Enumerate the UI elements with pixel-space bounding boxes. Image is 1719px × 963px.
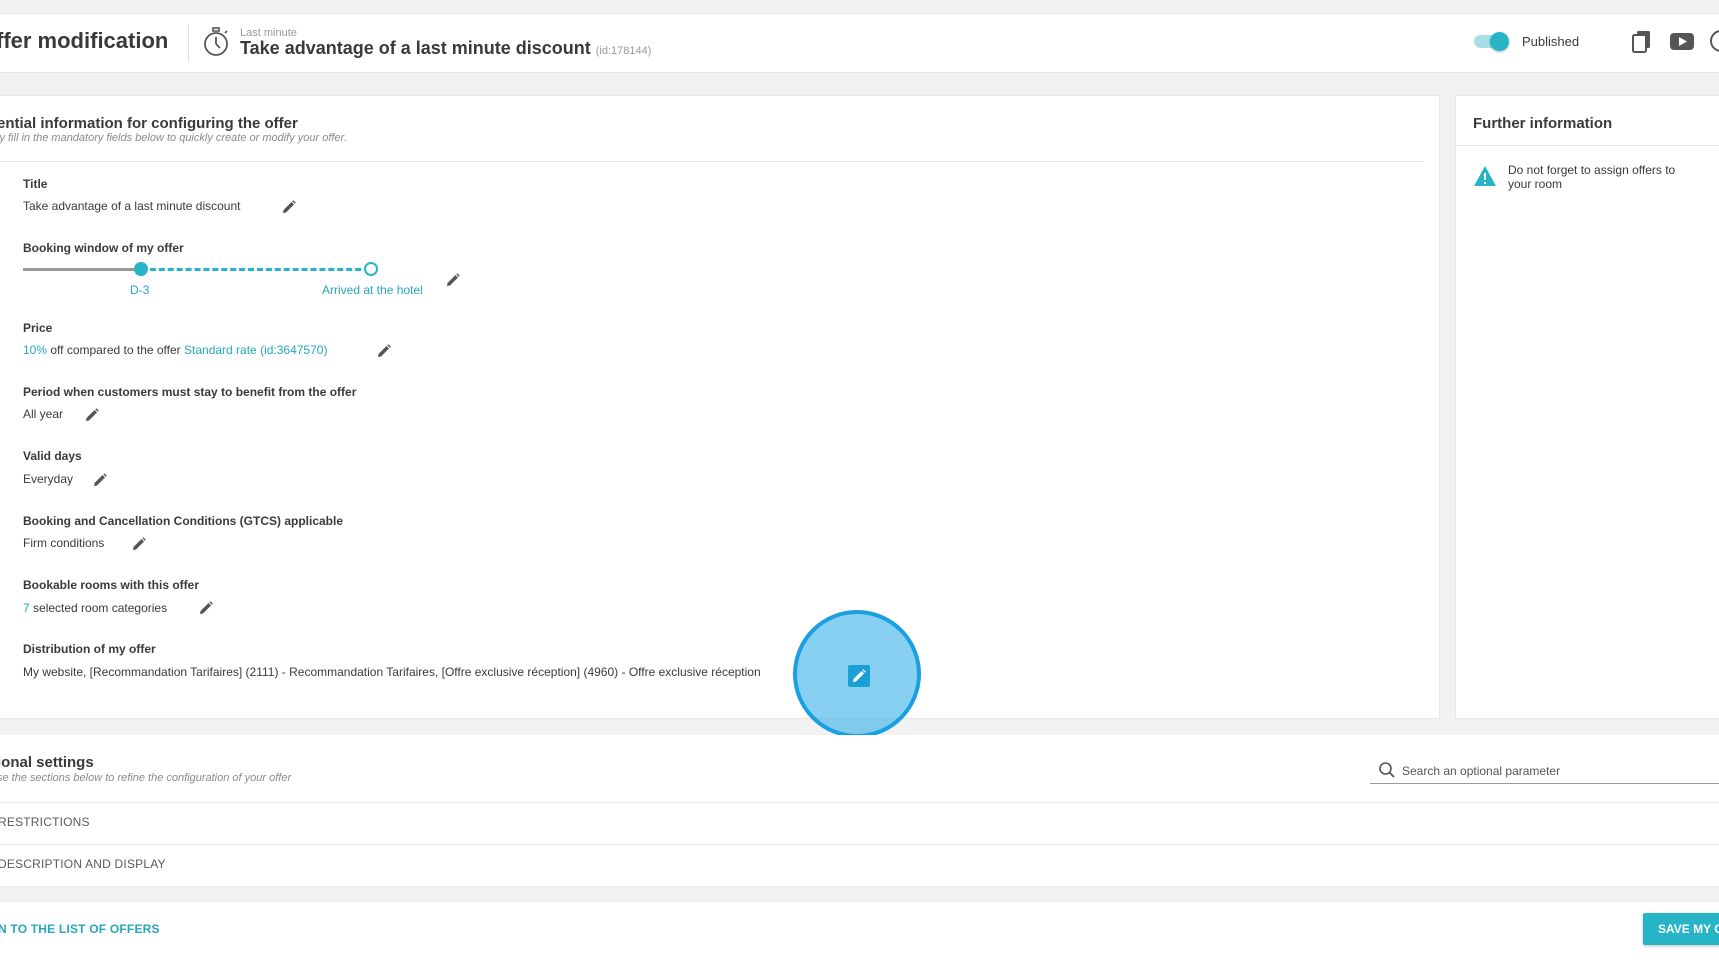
price-label: Price: [23, 321, 53, 335]
offer-title: Take advantage of a last minute discount…: [240, 38, 651, 59]
edit-valid-days-icon[interactable]: [90, 470, 110, 490]
further-info-title: Further information: [1473, 115, 1613, 132]
optional-settings-card: [0, 735, 1719, 887]
toggle-knob: [1490, 32, 1509, 51]
stopwatch-icon: [204, 27, 228, 56]
booking-window-start-handle[interactable]: [134, 262, 148, 276]
booking-window-end-label: Arrived at the hotel: [322, 283, 423, 297]
distribution-label: Distribution of my offer: [23, 642, 156, 656]
booking-window-track: [23, 268, 141, 271]
essential-section-title: ential information for configuring the o…: [0, 115, 298, 132]
title-field-label: Title: [23, 177, 48, 191]
booking-window-label: Booking window of my offer: [23, 241, 184, 255]
optional-section-subtitle: se the sections below to refine the conf…: [0, 772, 292, 784]
optional-search-input[interactable]: [1402, 762, 1702, 780]
section-divider: [0, 161, 1424, 162]
booking-window-range: [141, 268, 370, 271]
further-info-divider: [1455, 145, 1719, 146]
rooms-value: 7 selected room categories: [23, 601, 167, 615]
gtcs-label: Booking and Cancellation Conditions (GTC…: [23, 514, 344, 528]
booking-window-start-label: D-3: [130, 283, 150, 297]
edit-rooms-icon[interactable]: [196, 598, 216, 618]
essential-section-subtitle: ly fill in the mandatory fields below to…: [0, 132, 347, 144]
offer-id: (id:178144): [595, 45, 652, 57]
return-to-list-link[interactable]: N TO THE LIST OF OFFERS: [0, 922, 160, 936]
booking-window-end-marker: [364, 262, 378, 276]
video-icon[interactable]: [1669, 28, 1695, 54]
row-divider: [0, 886, 1719, 887]
edit-title-icon[interactable]: [279, 197, 299, 217]
price-value: 10% off compared to the offer Standard r…: [23, 343, 327, 357]
rooms-suffix: selected room categories: [29, 601, 168, 615]
distribution-value: My website, [Recommandation Tarifaires] …: [23, 665, 761, 679]
essential-info-card: [0, 95, 1440, 719]
published-label: Published: [1522, 34, 1580, 49]
help-icon[interactable]: [1708, 28, 1719, 54]
restrictions-section[interactable]: RESTRICTIONS: [0, 815, 90, 829]
price-percent: 10%: [23, 343, 48, 357]
copy-icon[interactable]: [1629, 28, 1655, 54]
warning-icon: [1474, 166, 1496, 186]
row-divider: [0, 802, 1719, 803]
rooms-count: 7: [23, 601, 30, 615]
edit-distribution-icon: [853, 669, 866, 682]
edit-price-icon[interactable]: [374, 341, 394, 361]
gtcs-value: Firm conditions: [23, 536, 105, 550]
page-title: ffer modification: [0, 28, 169, 53]
search-underline: [1370, 783, 1719, 784]
edit-period-icon[interactable]: [82, 405, 102, 425]
valid-days-label: Valid days: [23, 449, 82, 463]
period-value: All year: [23, 407, 64, 421]
title-field-value: Take advantage of a last minute discount: [23, 199, 241, 213]
description-display-section[interactable]: DESCRIPTION AND DISPLAY: [0, 857, 166, 871]
row-divider: [0, 844, 1719, 845]
edit-distribution-button[interactable]: [848, 665, 870, 687]
published-toggle[interactable]: [1474, 31, 1510, 51]
edit-booking-window-icon[interactable]: [443, 270, 463, 290]
edit-gtcs-icon[interactable]: [129, 534, 149, 554]
further-info-warning: Do not forget to assign offers to your r…: [1508, 163, 1676, 191]
bottom-action-bar: [0, 901, 1719, 963]
period-label: Period when customers must stay to benef…: [23, 385, 357, 399]
price-middle-text: off compared to the offer: [47, 343, 185, 357]
save-offer-label: SAVE MY OFFER: [1658, 922, 1719, 936]
offer-title-text: Take advantage of a last minute discount: [240, 38, 591, 58]
optional-section-title: ional settings: [0, 754, 94, 771]
header-divider: [188, 24, 189, 62]
reference-rate-link[interactable]: Standard rate (id:3647570): [184, 343, 327, 357]
search-icon: [1379, 762, 1395, 778]
rooms-label: Bookable rooms with this offer: [23, 578, 200, 592]
save-offer-button[interactable]: SAVE MY OFFER: [1643, 913, 1719, 945]
valid-days-value: Everyday: [23, 472, 74, 486]
